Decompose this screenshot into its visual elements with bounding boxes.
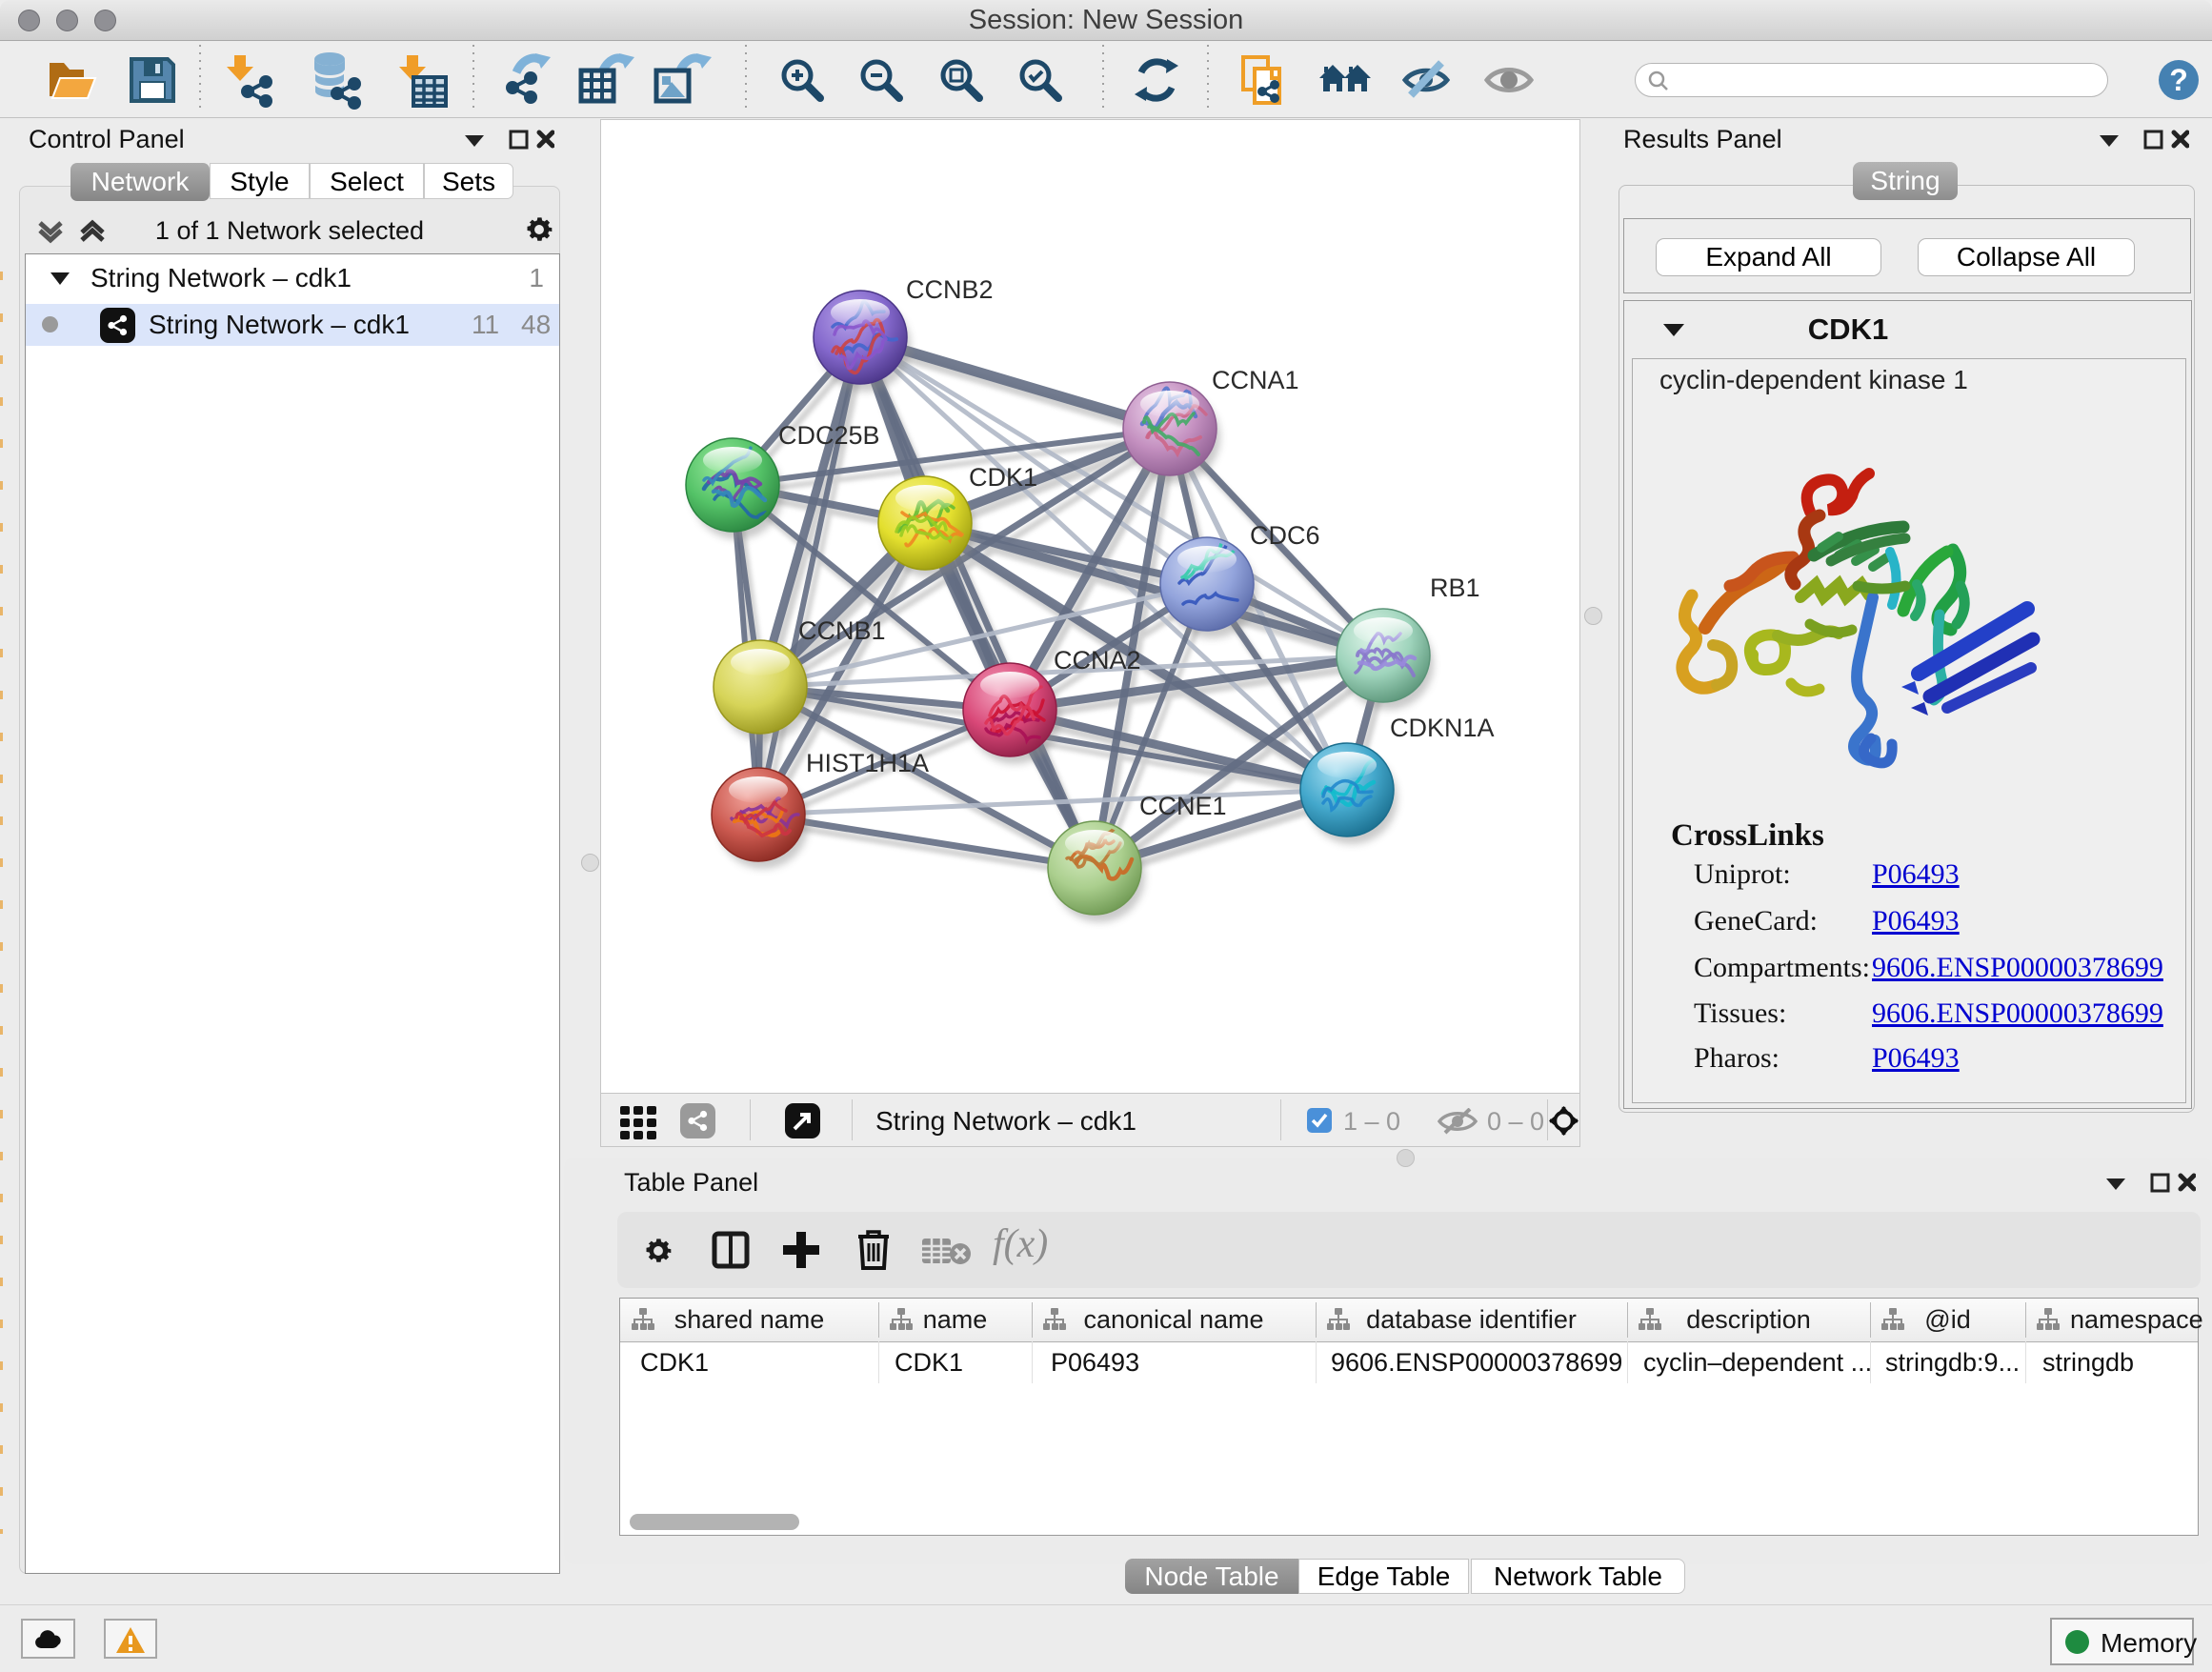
svg-text:HIST1H1A: HIST1H1A bbox=[806, 749, 929, 777]
svg-text:CDKN1A: CDKN1A bbox=[1390, 714, 1495, 742]
svg-text:RB1: RB1 bbox=[1430, 574, 1480, 602]
svg-text:CCNB1: CCNB1 bbox=[798, 616, 886, 645]
svg-text:CDC25B: CDC25B bbox=[778, 421, 880, 450]
svg-text:CCNA1: CCNA1 bbox=[1212, 366, 1299, 394]
svg-text:?: ? bbox=[2169, 63, 2188, 97]
svg-text:CDK1: CDK1 bbox=[969, 463, 1037, 492]
svg-text:CCNA2: CCNA2 bbox=[1054, 646, 1141, 675]
svg-text:CDC6: CDC6 bbox=[1250, 521, 1320, 550]
svg-text:CCNB2: CCNB2 bbox=[906, 275, 994, 304]
svg-text:CCNE1: CCNE1 bbox=[1139, 792, 1227, 820]
